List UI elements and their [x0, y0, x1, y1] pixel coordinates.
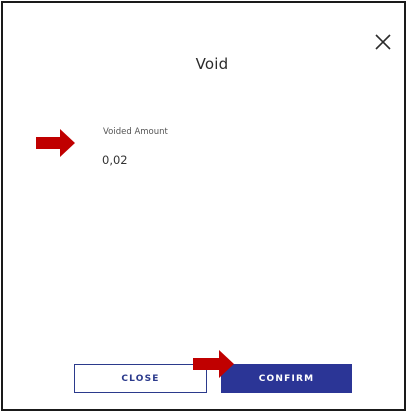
close-button[interactable]: CLOSE — [74, 364, 207, 393]
dialog-title: Void — [195, 55, 229, 73]
annotation-arrow-confirm-icon — [193, 350, 234, 378]
close-icon[interactable] — [373, 32, 393, 52]
voided-amount-label: Voided Amount — [103, 127, 168, 137]
voided-amount-value: 0,02 — [102, 153, 128, 167]
confirm-button[interactable]: CONFIRM — [221, 364, 352, 393]
annotation-arrow-amount-icon — [36, 129, 75, 157]
